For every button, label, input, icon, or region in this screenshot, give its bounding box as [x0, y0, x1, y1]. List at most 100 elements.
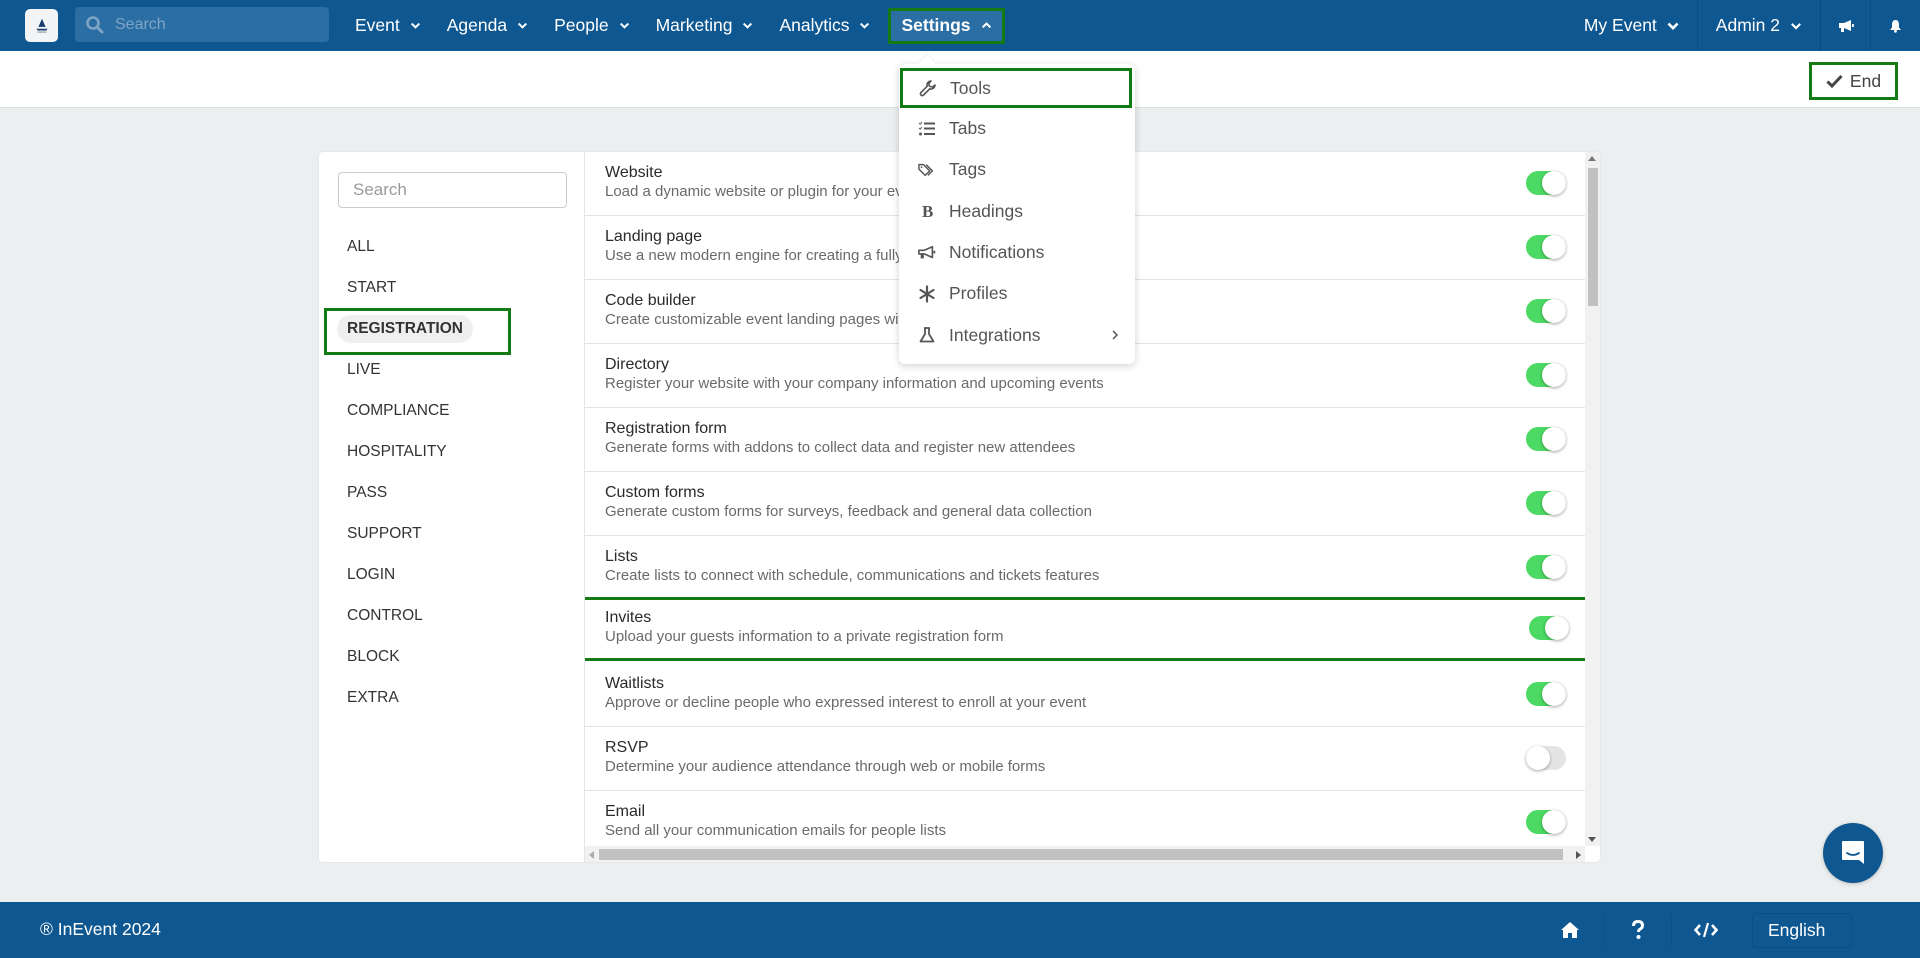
vertical-scroll-thumb[interactable]: [1588, 168, 1598, 306]
wrench-icon: [918, 78, 938, 98]
menu-item-profiles[interactable]: Profiles: [899, 273, 1135, 314]
menu-item-integrations[interactable]: Integrations: [899, 314, 1135, 355]
menu-item-headings-label: Headings: [949, 200, 1023, 221]
category-label: COMPLIANCE: [347, 401, 450, 419]
tool-toggle[interactable]: [1526, 810, 1566, 834]
category-sidebar: ALL START REGISTRATION LIVE COMPLIANCE H…: [319, 152, 585, 862]
global-search-input[interactable]: [115, 15, 315, 34]
help-button[interactable]: [1604, 915, 1672, 945]
tool-row-registration-form: Registration form Generate forms with ad…: [585, 408, 1585, 472]
nav-people[interactable]: People: [542, 8, 642, 44]
tool-toggle[interactable]: [1526, 427, 1566, 451]
footer: ® InEvent 2024 English: [0, 902, 1920, 958]
tool-toggle[interactable]: [1526, 746, 1566, 770]
menu-item-tools[interactable]: Tools: [900, 68, 1132, 108]
scroll-right-arrow-icon[interactable]: [1576, 851, 1581, 859]
chevron-down-icon: [743, 22, 753, 29]
menu-item-tools-label: Tools: [950, 77, 991, 98]
category-all[interactable]: ALL: [319, 226, 585, 267]
category-registration[interactable]: REGISTRATION: [319, 308, 585, 355]
category-login[interactable]: LOGIN: [319, 554, 585, 595]
category-hospitality[interactable]: HOSPITALITY: [319, 431, 585, 472]
logo-icon: [36, 18, 47, 33]
tool-row-waitlists: Waitlists Approve or decline people who …: [585, 663, 1585, 727]
category-live[interactable]: LIVE: [319, 349, 585, 390]
support-chat-button[interactable]: [1823, 823, 1883, 883]
scroll-down-arrow-icon[interactable]: [1588, 837, 1596, 842]
horizontal-scroll-thumb[interactable]: [599, 849, 1563, 860]
chevron-down-icon: [518, 22, 528, 29]
menu-item-notifications-label: Notifications: [949, 242, 1045, 263]
tool-description: Approve or decline people who expressed …: [605, 694, 1087, 711]
nav-analytics[interactable]: Analytics: [767, 8, 882, 44]
flask-icon: [917, 325, 937, 345]
scroll-left-arrow-icon[interactable]: [589, 851, 594, 859]
bell-icon: [1890, 19, 1901, 33]
tool-title: Invites: [605, 609, 652, 626]
user-menu[interactable]: Admin 2: [1696, 0, 1820, 51]
menu-item-notifications[interactable]: Notifications: [899, 232, 1135, 273]
tool-toggle[interactable]: [1526, 555, 1566, 579]
chevron-down-icon: [1791, 22, 1801, 30]
global-search[interactable]: [75, 7, 329, 42]
menu-item-tabs[interactable]: Tabs: [899, 108, 1135, 149]
category-control[interactable]: CONTROL: [319, 595, 585, 636]
category-extra[interactable]: EXTRA: [319, 677, 585, 718]
app-logo[interactable]: [25, 9, 58, 42]
nav-marketing[interactable]: Marketing: [644, 8, 766, 44]
nav-marketing-label: Marketing: [655, 15, 733, 35]
end-button[interactable]: End: [1809, 62, 1898, 100]
menu-item-headings[interactable]: B Headings: [899, 191, 1135, 232]
toggle-knob: [1542, 555, 1566, 579]
chevron-down-icon: [860, 22, 870, 29]
tool-toggle[interactable]: [1526, 491, 1566, 515]
tool-title: Registration form: [605, 420, 727, 437]
category-compliance[interactable]: COMPLIANCE: [319, 390, 585, 431]
tags-icon: [917, 160, 937, 180]
tool-toggle[interactable]: [1526, 363, 1566, 387]
tool-description: Load a dynamic website or plugin for you…: [605, 183, 924, 200]
tool-toggle[interactable]: [1529, 616, 1569, 640]
category-label: BLOCK: [347, 647, 400, 665]
tool-toggle[interactable]: [1526, 299, 1566, 323]
top-navigation-bar: Event Agenda People Marketing Analytics …: [0, 0, 1920, 51]
category-start[interactable]: START: [319, 267, 585, 308]
end-button-label: End: [1849, 70, 1882, 91]
toggle-knob: [1542, 427, 1566, 451]
menu-item-tags[interactable]: Tags: [899, 149, 1135, 190]
category-search-input[interactable]: [338, 172, 567, 208]
event-selector[interactable]: My Event: [1566, 0, 1697, 51]
home-button[interactable]: [1536, 915, 1604, 945]
tool-toggle[interactable]: [1526, 682, 1566, 706]
developer-button[interactable]: [1672, 915, 1740, 945]
tool-toggle[interactable]: [1526, 171, 1566, 195]
language-selector[interactable]: English: [1752, 912, 1852, 948]
notifications-button[interactable]: [1870, 0, 1920, 51]
main-nav: Event Agenda People Marketing Analytics …: [343, 0, 1007, 51]
home-icon: [1560, 922, 1579, 938]
tool-title: Website: [605, 164, 663, 181]
megaphone-icon: [917, 243, 937, 263]
search-icon: [86, 15, 104, 33]
category-block[interactable]: BLOCK: [319, 636, 585, 677]
tool-description: Determine your audience attendance throu…: [605, 758, 1046, 775]
tool-title: Lists: [605, 548, 638, 565]
tool-description: Generate forms with addons to collect da…: [605, 439, 1076, 456]
tool-row-lists: Lists Create lists to connect with sched…: [585, 536, 1585, 600]
nav-agenda[interactable]: Agenda: [435, 8, 540, 44]
category-label: CONTROL: [347, 606, 423, 624]
announcements-button[interactable]: [1820, 0, 1870, 51]
scroll-up-arrow-icon[interactable]: [1588, 156, 1596, 161]
category-list: ALL START REGISTRATION LIVE COMPLIANCE H…: [319, 226, 585, 718]
menu-item-tabs-label: Tabs: [949, 118, 986, 139]
nav-event[interactable]: Event: [343, 8, 433, 44]
tool-toggle[interactable]: [1526, 235, 1566, 259]
horizontal-scrollbar[interactable]: [585, 846, 1585, 862]
vertical-scrollbar[interactable]: [1585, 152, 1600, 846]
tool-title: Email: [605, 803, 646, 820]
toggle-knob: [1542, 299, 1566, 323]
nav-analytics-label: Analytics: [779, 15, 850, 35]
category-pass[interactable]: PASS: [319, 472, 585, 513]
nav-settings[interactable]: Settings: [888, 7, 1005, 44]
category-support[interactable]: SUPPORT: [319, 513, 585, 554]
